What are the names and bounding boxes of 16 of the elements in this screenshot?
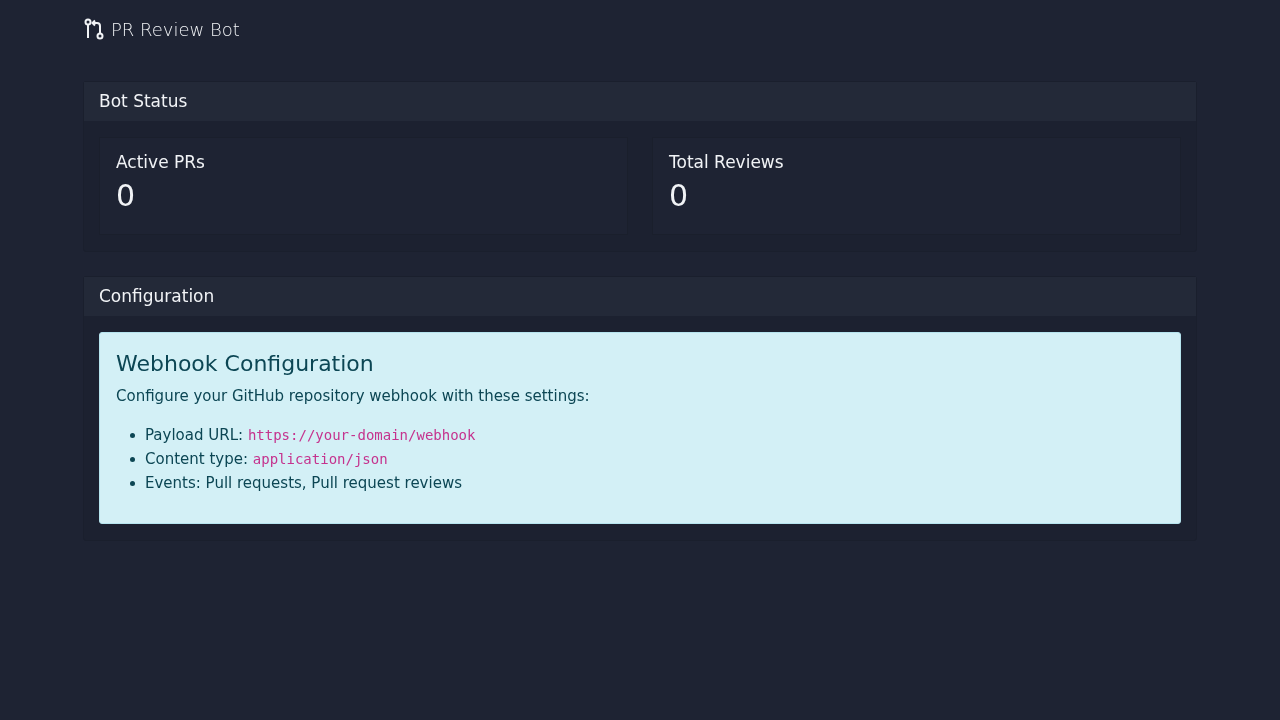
pull-request-icon bbox=[83, 18, 105, 40]
alert-heading: Webhook Configuration bbox=[116, 350, 375, 378]
bullet-icon bbox=[130, 480, 135, 486]
setting-item: Events: Pull requests, Pull request reviews bbox=[145, 474, 462, 492]
bullet-icon bbox=[130, 432, 135, 438]
stat-label: Active PRs bbox=[116, 152, 206, 172]
setting-item: Payload URL: https://your-domain/webhook bbox=[145, 426, 476, 444]
bullet-icon bbox=[130, 456, 135, 462]
stat-value: 0 bbox=[116, 178, 137, 214]
setting-item: Content type: application/json bbox=[145, 450, 388, 468]
stat-value: 0 bbox=[669, 178, 690, 214]
panel-title: Bot Status bbox=[84, 82, 1196, 121]
app-title: PR Review Bot bbox=[111, 18, 240, 40]
alert-text: Configure your GitHub repository webhook with these settings: bbox=[116, 387, 591, 405]
panel-title: Configuration bbox=[84, 277, 1196, 316]
stat-label: Total Reviews bbox=[669, 152, 785, 172]
